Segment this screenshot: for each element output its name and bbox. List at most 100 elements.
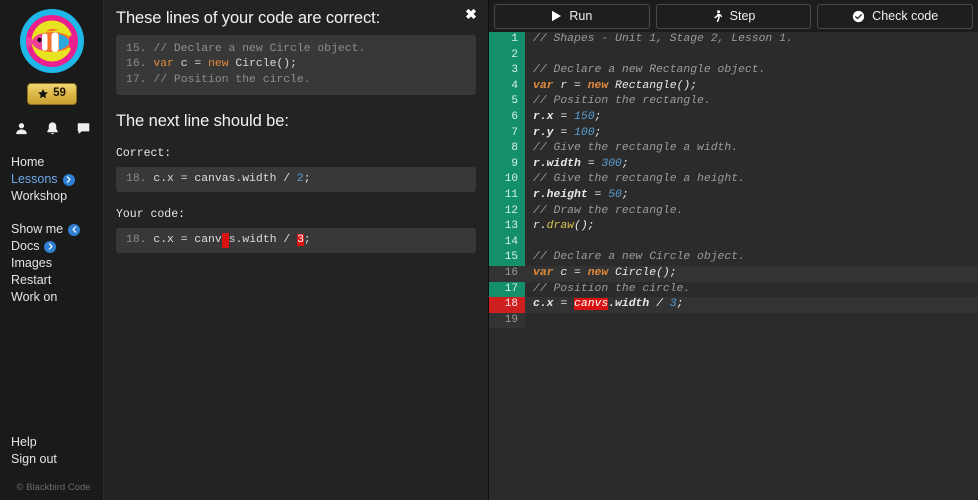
line-text: // Position the circle. bbox=[525, 282, 978, 298]
walking-person-icon bbox=[713, 9, 722, 22]
editor-line[interactable]: 3 // Declare a new Rectangle object. bbox=[489, 63, 978, 79]
line-number: 18. bbox=[126, 234, 147, 247]
code-token: canvs bbox=[574, 298, 609, 311]
editor-line[interactable]: 5 // Position the rectangle. bbox=[489, 94, 978, 110]
line-text: // Declare a new Circle object. bbox=[525, 250, 978, 266]
sidebar-item-docs[interactable]: Docs bbox=[11, 238, 103, 255]
code-line: 17. // Position the circle. bbox=[126, 73, 466, 88]
code-token: / bbox=[649, 298, 670, 311]
code-token: // Give the rectangle a width. bbox=[533, 142, 739, 155]
line-number-gutter: 1 bbox=[489, 32, 525, 48]
code-token: new bbox=[587, 266, 609, 279]
code-token: ; bbox=[594, 110, 602, 123]
code-token: draw bbox=[546, 220, 575, 233]
code-token: r.y bbox=[533, 126, 554, 139]
sidebar-nav-primary: Home Lessons Workshop Show me Docs Image… bbox=[0, 154, 103, 306]
editor-line[interactable]: 17 // Position the circle. bbox=[489, 281, 978, 298]
button-label: Run bbox=[569, 9, 593, 23]
sidebar-item-help[interactable]: Help bbox=[11, 434, 57, 451]
line-number-gutter: 3 bbox=[489, 63, 525, 79]
line-number-gutter: 10 bbox=[489, 172, 525, 188]
sidebar-item-workshop[interactable]: Workshop bbox=[11, 188, 103, 205]
code-token: c.x bbox=[533, 298, 554, 311]
sidebar-item-restart[interactable]: Restart bbox=[11, 272, 103, 289]
line-number: 15. bbox=[126, 43, 147, 55]
correct-label: Correct: bbox=[116, 146, 172, 160]
editor-line[interactable]: 4 var r = new Rectangle(); bbox=[489, 78, 978, 95]
check-circle-icon bbox=[853, 10, 865, 22]
close-icon[interactable]: ✖ bbox=[463, 6, 479, 22]
editor-line[interactable]: 15 // Declare a new Circle object. bbox=[489, 250, 978, 266]
code-token: r. bbox=[533, 220, 547, 233]
code-token: r.height bbox=[533, 188, 588, 201]
line-number-gutter: 19 bbox=[489, 312, 525, 329]
code-token: Circle(); bbox=[608, 266, 677, 279]
editor-line[interactable]: 7 r.y = 100; bbox=[489, 125, 978, 142]
sidebar-item-label: Docs bbox=[11, 239, 40, 253]
run-button[interactable]: Run bbox=[494, 3, 650, 29]
step-button[interactable]: Step bbox=[655, 3, 812, 29]
your-line-codeblock: 18. c.x = canv s.width / 3; bbox=[116, 228, 476, 254]
editor-lines: 1 // Shapes - Unit 1, Stage 2, Lesson 1. 2… bbox=[489, 32, 978, 500]
editor-line[interactable]: 12 // Draw the rectangle. bbox=[489, 203, 978, 220]
editor-line[interactable]: 8 // Give the rectangle a width. bbox=[489, 141, 978, 157]
code-token: // Declare a new Rectangle object. bbox=[533, 64, 766, 77]
sidebar-item-lessons[interactable]: Lessons bbox=[11, 171, 103, 188]
line-text: r.y = 100; bbox=[525, 126, 978, 142]
line-text: r.x = 150; bbox=[525, 110, 978, 126]
sidebar-item-sign-out[interactable]: Sign out bbox=[11, 451, 57, 468]
line-number-gutter: 8 bbox=[489, 141, 525, 157]
code-token: ; bbox=[621, 157, 629, 170]
editor-toolbar: Run Step Check code bbox=[489, 0, 978, 32]
expected-divisor: 2 bbox=[296, 172, 304, 185]
notifications-bell-icon[interactable] bbox=[45, 121, 60, 136]
check-code-button[interactable]: Check code bbox=[817, 3, 974, 29]
line-number-gutter: 17 bbox=[489, 281, 525, 298]
profile-icon[interactable] bbox=[14, 121, 29, 136]
editor-line[interactable]: 6 r.x = 150; bbox=[489, 109, 978, 126]
line-number-gutter: 16 bbox=[489, 265, 525, 282]
code-token: // Give the rectangle a height. bbox=[533, 173, 745, 186]
editor-line[interactable]: 13 r.draw(); bbox=[489, 219, 978, 235]
line-number-gutter: 14 bbox=[489, 234, 525, 251]
feedback-panel: ✖ These lines of your code are correct: … bbox=[104, 0, 489, 500]
editor-line[interactable]: 16 var c = new Circle(); bbox=[489, 265, 978, 282]
sidebar-item-home[interactable]: Home bbox=[11, 154, 103, 171]
editor-line[interactable]: 10 // Give the rectangle a height. bbox=[489, 172, 978, 188]
editor-line[interactable]: 1 // Shapes - Unit 1, Stage 2, Lesson 1. bbox=[489, 32, 978, 48]
play-icon bbox=[552, 10, 562, 22]
line-number-gutter: 5 bbox=[489, 94, 525, 110]
sidebar-icon-row bbox=[0, 121, 103, 136]
code-token: var bbox=[533, 79, 554, 92]
editor-line[interactable]: 14 bbox=[489, 234, 978, 251]
sidebar-item-label: Workshop bbox=[11, 189, 68, 203]
sidebar-item-images[interactable]: Images bbox=[11, 255, 103, 272]
editor-line[interactable]: 19 bbox=[489, 312, 978, 329]
sidebar-item-label: Work on bbox=[11, 290, 58, 304]
page-title: These lines of your code are correct: bbox=[116, 9, 381, 27]
editor-line[interactable]: 9 r.width = 300; bbox=[489, 156, 978, 173]
code-editor[interactable]: 1 // Shapes - Unit 1, Stage 2, Lesson 1. 2… bbox=[489, 32, 978, 500]
line-text bbox=[525, 235, 978, 251]
line-number: 16. bbox=[126, 58, 147, 71]
code-token: 50 bbox=[608, 188, 622, 201]
sidebar-item-work-on[interactable]: Work on bbox=[11, 289, 103, 306]
messages-chat-icon[interactable] bbox=[76, 121, 91, 136]
wrong-divisor-token: 3 bbox=[297, 234, 304, 247]
editor-line[interactable]: 2 bbox=[489, 47, 978, 64]
app-root: 59 Home Lessons Workshop Show me Docs Im… bbox=[0, 0, 978, 500]
code-token: ; bbox=[676, 298, 684, 311]
code-token: (); bbox=[574, 220, 595, 233]
your-line-prefix: c.x = canv bbox=[153, 234, 222, 247]
code-token: new bbox=[587, 79, 609, 92]
editor-line[interactable]: 18 c.x = canvs.width / 3; bbox=[489, 297, 978, 313]
next-line-heading: The next line should be: bbox=[116, 111, 289, 130]
sidebar-item-show-me[interactable]: Show me bbox=[11, 221, 103, 238]
avatar[interactable] bbox=[18, 7, 86, 75]
code-token: r.width bbox=[533, 157, 581, 170]
editor-line[interactable]: 11 r.height = 50; bbox=[489, 187, 978, 204]
code-token: 300 bbox=[601, 157, 622, 170]
line-number-gutter: 18 bbox=[489, 297, 525, 313]
code-token: = bbox=[587, 188, 609, 201]
line-text: // Give the rectangle a width. bbox=[525, 141, 978, 157]
